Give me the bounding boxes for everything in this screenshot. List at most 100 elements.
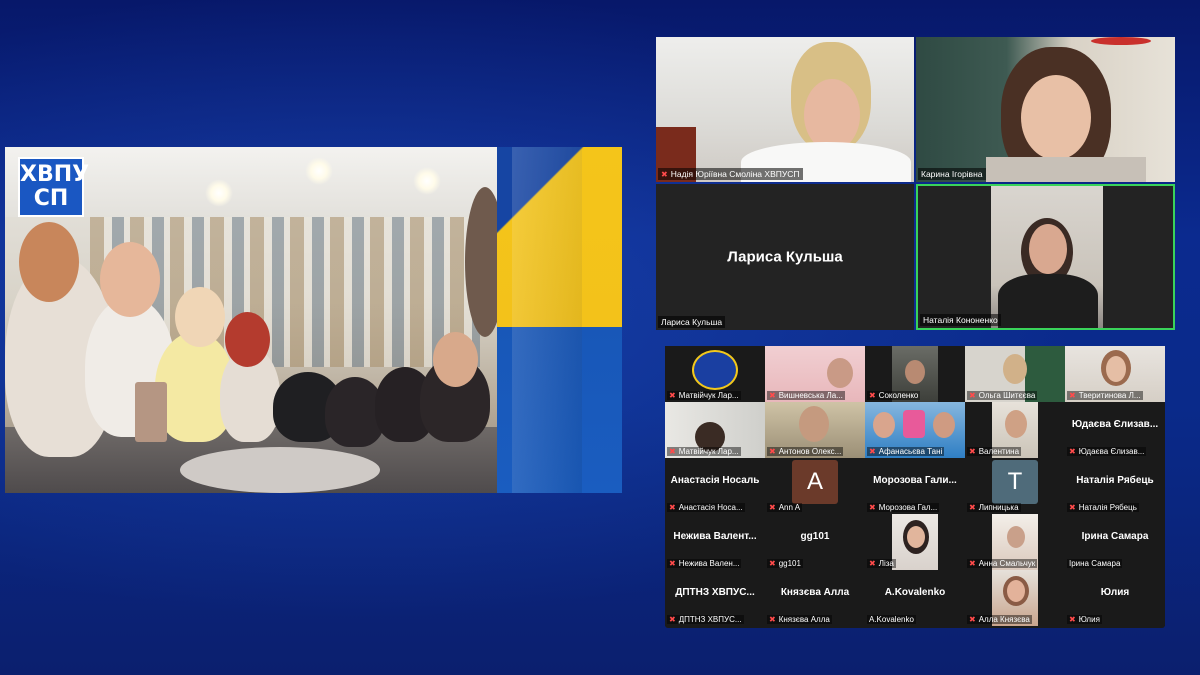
gallery-cell[interactable]: ✖ Анна Смальчук: [965, 514, 1065, 570]
plate: [180, 447, 380, 493]
gallery-name-tag: ✖ ДПТНЗ ХВПУС...: [667, 615, 744, 624]
shirt: [998, 274, 1098, 328]
gallery-cell[interactable]: ДПТНЗ ХВПУС... ✖ ДПТНЗ ХВПУС...: [665, 570, 765, 626]
gallery-cell[interactable]: ✖ Тверитинова Л...: [1065, 346, 1165, 402]
gallery-name: Князєва Алла: [778, 615, 830, 624]
participant-name-tag: Карина Ігорівна: [918, 168, 986, 180]
gallery-name: Наталія Рябець: [1078, 503, 1137, 512]
gallery-name-tag: ✖ Морозова Гал...: [867, 503, 940, 512]
gallery-cell[interactable]: Наталія Рябець ✖ Наталія Рябець: [1065, 458, 1165, 514]
gallery-cell[interactable]: Ірина Самара Ірина Самара: [1065, 514, 1165, 570]
participant-tile-active-speaker[interactable]: Наталія Кононенко: [916, 184, 1175, 330]
mic-muted-icon: ✖: [669, 447, 676, 456]
gallery-name-tag: ✖ Ann A: [767, 503, 803, 512]
gallery-cell[interactable]: A.Kovalenko A.Kovalenko: [865, 570, 965, 626]
participant-tile[interactable]: ✖ Надія Юріївна Смоліна ХВПУСП: [656, 37, 914, 182]
school-logo: ХВПУ СП: [18, 157, 90, 217]
mic-muted-icon: ✖: [669, 615, 676, 624]
gallery-cell[interactable]: T ✖ Липницька: [965, 458, 1065, 514]
gallery-cell[interactable]: ✖ Соколенко: [865, 346, 965, 402]
face: [1021, 75, 1091, 160]
gallery-name-tag: ✖ Тверитинова Л...: [1067, 391, 1143, 400]
logo-line1: ХВПУ: [20, 162, 90, 187]
gallery-cell[interactable]: ✖ Валентина: [965, 402, 1065, 458]
gallery-center-name: Морозова Гали...: [873, 475, 957, 486]
gallery-name-tag: ✖ Князєва Алла: [767, 615, 832, 624]
gallery-name: A.Kovalenko: [869, 615, 914, 624]
gallery-name: Ann A: [778, 503, 801, 512]
gallery-name: Липницька: [978, 503, 1019, 512]
flag-fold: [512, 147, 582, 493]
gallery-name-tag: ✖ Антонов Олекс...: [767, 447, 844, 456]
face: [905, 360, 925, 384]
gallery-name-tag: ✖ Юдаєва Єлизав...: [1067, 447, 1147, 456]
participant-center-name: Лариса Кульша: [727, 248, 843, 266]
mic-muted-icon: ✖: [1069, 615, 1076, 624]
gallery-cell[interactable]: Морозова Гали... ✖ Морозова Гал...: [865, 458, 965, 514]
gallery-name: Ліза: [878, 559, 894, 568]
shared-video-panel[interactable]: ХВПУ СП: [5, 147, 622, 493]
gallery-name-tag: A.Kovalenko: [867, 615, 916, 624]
gallery-cell[interactable]: ✖ Матвійчук Лар...: [665, 346, 765, 402]
face: [804, 79, 860, 151]
gallery-name-tag: ✖ Анастасія Носа...: [667, 503, 745, 512]
gallery-name: Ірина Самара: [1069, 559, 1121, 568]
gallery-center-name: Наталія Рябець: [1076, 475, 1154, 486]
gallery-cell[interactable]: Нежива Валент... ✖ Нежива Вален...: [665, 514, 765, 570]
mic-muted-icon: ✖: [661, 170, 668, 179]
gallery-cell[interactable]: ✖ Алла Князєва: [965, 570, 1065, 626]
participant-name-tag: ✖ Надія Юріївна Смоліна ХВПУСП: [658, 168, 803, 180]
gallery-cell[interactable]: Юдаєва Єлизав... ✖ Юдаєва Єлизав...: [1065, 402, 1165, 458]
face: [1003, 354, 1027, 384]
mic-muted-icon: ✖: [1069, 503, 1076, 512]
gallery-cell[interactable]: ✖ Ліза: [865, 514, 965, 570]
participant-tile[interactable]: Лариса Кульша Лариса Кульша: [656, 184, 914, 330]
gallery-cell[interactable]: ✖ Афанасьєва Тані: [865, 402, 965, 458]
mic-muted-icon: ✖: [969, 615, 976, 624]
org-logo-icon: [692, 350, 738, 390]
gallery-name: Морозова Гал...: [878, 503, 938, 512]
student-head: [433, 332, 478, 387]
gallery-cell[interactable]: ✖ Антонов Олекс...: [765, 402, 865, 458]
mic-muted-icon: ✖: [769, 391, 776, 400]
mic-muted-icon: ✖: [769, 447, 776, 456]
gallery-name-tag: ✖ Анна Смальчук: [967, 559, 1038, 568]
student-head: [175, 287, 225, 347]
gallery-name-tag: ✖ Афанасьєва Тані: [867, 447, 945, 456]
gallery-center-name: gg101: [800, 531, 830, 542]
participant-name: Наталія Кононенко: [923, 315, 998, 325]
gallery-cell[interactable]: ✖ Матвійчук Лар...: [665, 402, 765, 458]
participant-name-tag: Наталія Кононенко: [920, 314, 1001, 326]
gallery-cell[interactable]: gg101 ✖ gg101: [765, 514, 865, 570]
gallery-name: Ольга Шитєєва: [978, 391, 1036, 400]
student-head: [19, 222, 79, 302]
gallery-center-name: Юдаєва Єлизав...: [1071, 419, 1159, 430]
gallery-center-name: Князєва Алла: [780, 587, 850, 598]
gallery-name: Алла Князєва: [978, 615, 1030, 624]
face: [1007, 526, 1025, 548]
mic-muted-icon: ✖: [769, 559, 776, 568]
gallery-name: Юлия: [1078, 615, 1100, 624]
cup: [135, 382, 167, 442]
gallery-cell[interactable]: ✖ Ольга Шитєєва: [965, 346, 1065, 402]
gallery-cell[interactable]: Князєва Алла ✖ Князєва Алла: [765, 570, 865, 626]
participant-tile[interactable]: Карина Ігорівна: [916, 37, 1175, 182]
gallery-center-name: Юлия: [1100, 587, 1130, 598]
mic-muted-icon: ✖: [669, 503, 676, 512]
gallery-cell[interactable]: Юлия ✖ Юлия: [1065, 570, 1165, 626]
gallery-name-tag: ✖ Матвійчук Лар...: [667, 447, 741, 456]
shirt: [986, 157, 1146, 182]
gallery-name-tag: ✖ Алла Князєва: [967, 615, 1032, 624]
face: [903, 410, 925, 438]
face: [873, 412, 895, 438]
gallery-name: Вишневська Ла...: [778, 391, 843, 400]
gallery-cell[interactable]: ✖ Вишневська Ла...: [765, 346, 865, 402]
gallery-name-tag: Ірина Самара: [1067, 559, 1123, 568]
mic-muted-icon: ✖: [969, 391, 976, 400]
gallery-cell[interactable]: Анастасія Носаль ✖ Анастасія Носа...: [665, 458, 765, 514]
gallery-name: Соколенко: [878, 391, 919, 400]
gallery-cell[interactable]: A ✖ Ann A: [765, 458, 865, 514]
face: [799, 406, 829, 442]
gallery-name-tag: ✖ Нежива Вален...: [667, 559, 742, 568]
gallery-name-tag: ✖ Соколенко: [867, 391, 921, 400]
